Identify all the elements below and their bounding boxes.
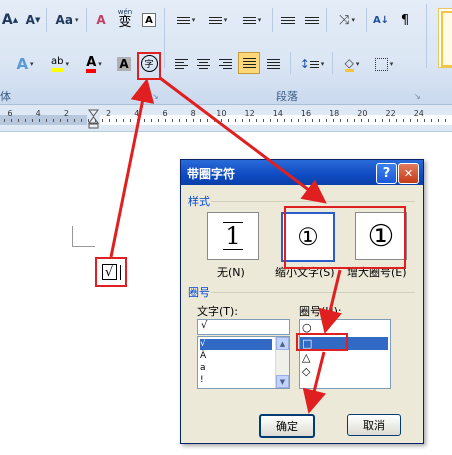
annotation-arrows [109, 76, 342, 414]
arrow-to-ok-button [302, 351, 327, 414]
arrow-to-style-options [159, 76, 327, 204]
arrow-to-square-enclosure [318, 269, 342, 334]
arrow-to-enclose-button [109, 78, 155, 258]
